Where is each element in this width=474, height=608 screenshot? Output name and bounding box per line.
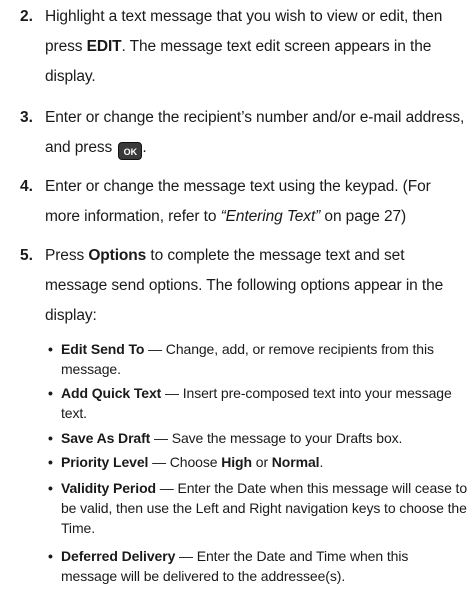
step-number: 2.: [20, 8, 33, 25]
step-number: 5.: [20, 247, 33, 264]
option-term: Add Quick Text: [61, 385, 162, 401]
bullet-icon: •: [48, 480, 53, 496]
option-term: Edit Send To: [61, 341, 145, 357]
option-desc: .: [319, 454, 324, 470]
step-number: 4.: [20, 178, 33, 195]
option-term: Validity Period: [61, 480, 156, 496]
edit-key-label: EDIT: [86, 38, 122, 55]
step-text: Highlight a text message that you wish t…: [45, 2, 465, 92]
step-text-part: Enter or change the recipient’s number a…: [45, 109, 465, 156]
step-text: Enter or change the message text using t…: [45, 172, 465, 232]
option-desc: — Save the message to your Drafts box.: [150, 430, 403, 446]
bullet-icon: •: [48, 430, 53, 446]
step-text-part: .: [142, 139, 147, 156]
option-priority-level: • Priority Level — Choose High or Normal…: [48, 452, 468, 472]
step-text: Enter or change the recipient’s number a…: [45, 103, 465, 163]
options-key-label: Options: [88, 247, 147, 264]
option-deferred-delivery: • Deferred Delivery — Enter the Date and…: [48, 546, 468, 586]
step-number: 3.: [20, 109, 33, 126]
priority-normal-label: Normal: [271, 454, 320, 470]
bullet-icon: •: [48, 548, 53, 564]
step-text-part: Press: [45, 247, 89, 264]
cross-reference: “Entering Text”: [220, 208, 321, 225]
option-desc: — Choose: [148, 454, 222, 470]
bullet-icon: •: [48, 385, 53, 401]
priority-high-label: High: [221, 454, 252, 470]
option-add-quick-text: • Add Quick Text — Insert pre-composed t…: [48, 383, 468, 423]
option-term: Deferred Delivery: [61, 548, 176, 564]
step-text: Press Options to complete the message te…: [45, 241, 465, 331]
option-term: Save As Draft: [61, 430, 151, 446]
manual-page: 2. Highlight a text message that you wis…: [0, 0, 474, 608]
bullet-icon: •: [48, 454, 53, 470]
bullet-icon: •: [48, 341, 53, 357]
option-term: Priority Level: [61, 454, 149, 470]
option-edit-send-to: • Edit Send To — Change, add, or remove …: [48, 339, 468, 379]
option-save-as-draft: • Save As Draft — Save the message to yo…: [48, 428, 468, 448]
step-text-part: on page 27): [320, 208, 407, 225]
ok-key-icon: OK: [118, 142, 143, 160]
option-validity-period: • Validity Period — Enter the Date when …: [48, 478, 468, 538]
option-desc: or: [251, 454, 272, 470]
